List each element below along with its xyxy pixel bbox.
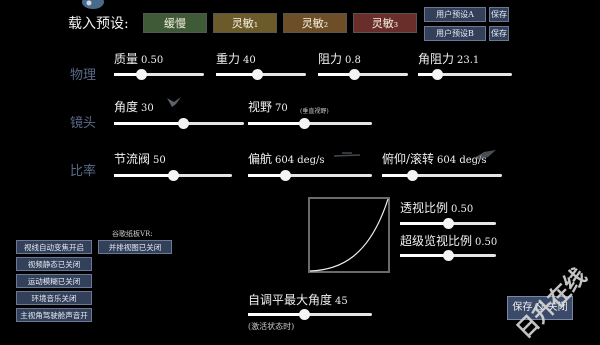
auto-zoom-button[interactable]: 视线自动变焦开启 [16, 240, 92, 254]
motion-blur-button[interactable]: 运动模糊已关闭 [16, 274, 92, 288]
auto-level-slider-handle[interactable] [298, 309, 310, 320]
fov-value: 70 [275, 103, 288, 114]
fov-note: (垂直视野) [300, 108, 329, 115]
drone-angle-icon [167, 97, 181, 107]
view-ratio-slider-handle[interactable] [443, 218, 454, 229]
drone-pitch-roll-icon [474, 150, 496, 160]
mass-label: 质量 0.50 [114, 52, 164, 66]
yaw-slider[interactable] [248, 170, 372, 181]
user-preset-a-save-button[interactable]: 保存 [489, 7, 509, 22]
fov-slider[interactable] [248, 118, 372, 129]
user-preset-b-button[interactable]: 用户预设B [424, 26, 486, 41]
section-camera: 镜头 [70, 116, 97, 131]
super-view-ratio-slider-handle[interactable] [443, 250, 454, 261]
mass-slider[interactable] [114, 69, 204, 80]
pitch-roll-slider[interactable] [382, 170, 502, 181]
user-preset-a-button[interactable]: 用户预设A [424, 7, 486, 22]
drone-yaw-icon [333, 152, 361, 157]
rate-curve-graph [308, 197, 390, 273]
camera-angle-value: 30 [141, 103, 154, 114]
drag-value: 0.8 [345, 55, 361, 66]
drag-slider[interactable] [318, 69, 408, 80]
auto-level-label: 自调平最大角度 45 [248, 293, 348, 307]
camera-angle-slider[interactable] [114, 118, 244, 129]
fov-slider-handle[interactable] [298, 118, 310, 129]
auto-level-slider[interactable] [248, 309, 372, 320]
yaw-slider-handle[interactable] [280, 170, 292, 181]
angular-drag-slider-handle[interactable] [431, 69, 443, 80]
view-ratio-label: 透视比例 0.50 [400, 201, 474, 215]
mass-slider-handle[interactable] [136, 69, 147, 80]
fov-label: 视野 70 [248, 100, 288, 114]
throttle-slider[interactable] [114, 170, 232, 181]
angular-drag-label: 角阻力 23.1 [418, 52, 480, 66]
section-rate: 比率 [70, 164, 97, 179]
super-view-ratio-value: 0.50 [475, 237, 498, 248]
video-static-button[interactable]: 视频静态已关闭 [16, 257, 92, 271]
throttle-value: 50 [153, 155, 166, 166]
throttle-label: 节流阀 50 [114, 152, 166, 166]
view-ratio-value: 0.50 [451, 204, 474, 215]
angular-drag-slider[interactable] [418, 69, 512, 80]
auto-level-value: 45 [335, 296, 348, 307]
gravity-slider-handle[interactable] [251, 69, 263, 80]
mass-value: 0.50 [141, 55, 164, 66]
gravity-slider[interactable] [216, 69, 306, 80]
view-ratio-slider[interactable] [400, 218, 496, 229]
vr-label: 谷歌纸板VR: [112, 230, 153, 238]
logo-icon [82, 0, 104, 9]
gravity-label: 重力 40 [216, 52, 256, 66]
preset-slow-button[interactable]: 缓慢 [143, 13, 207, 33]
ambient-music-button[interactable]: 环境音乐关闭 [16, 291, 92, 305]
yaw-label: 偏航 604 deg/s [248, 152, 325, 166]
throttle-slider-handle[interactable] [168, 170, 179, 181]
auto-level-note: (激活状态时) [248, 322, 295, 331]
drag-slider-handle[interactable] [349, 69, 360, 80]
super-view-ratio-label: 超级览视比例 0.50 [400, 234, 498, 248]
drag-label: 阻力 0.8 [318, 52, 361, 66]
preset-sensitive-1-button[interactable]: 灵敏₁ [213, 13, 277, 33]
cockpit-sound-button[interactable]: 主视角驾驶舱声音开 [16, 308, 92, 322]
pitch-roll-slider-handle[interactable] [407, 170, 418, 181]
load-preset-label: 载入预设: [68, 16, 129, 32]
gravity-value: 40 [243, 55, 256, 66]
preset-sensitive-3-button[interactable]: 灵敏₃ [353, 13, 417, 33]
user-preset-b-save-button[interactable]: 保存 [489, 26, 509, 41]
vr-side-by-side-button[interactable]: 并排视图已关闭 [98, 240, 172, 254]
section-physics: 物理 [70, 68, 97, 83]
pitch-roll-label: 俯仰/滚转 604 deg/s [382, 152, 487, 166]
camera-angle-slider-handle[interactable] [177, 118, 189, 129]
angular-drag-value: 23.1 [457, 55, 480, 66]
super-view-ratio-slider[interactable] [400, 250, 496, 261]
preset-sensitive-2-button[interactable]: 灵敏₂ [283, 13, 347, 33]
yaw-value: 604 deg/s [275, 155, 325, 166]
camera-angle-label: 角度 30 [114, 100, 154, 114]
